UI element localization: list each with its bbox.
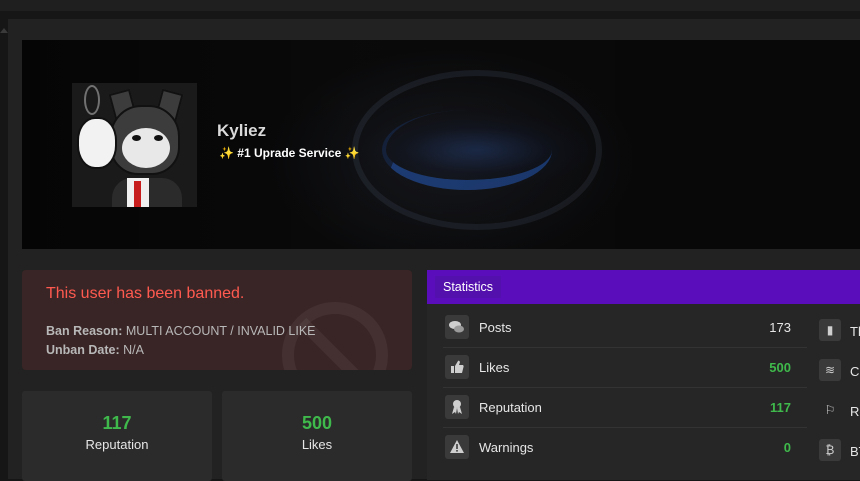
statistics-panel: Statistics Posts 173 Likes 500 Reputatio… bbox=[427, 270, 860, 480]
stat-label: Cr bbox=[850, 364, 860, 379]
coins-icon: ≋ bbox=[819, 359, 841, 381]
collapse-corner-icon bbox=[0, 28, 8, 33]
stat-label: Th bbox=[850, 324, 860, 339]
book-icon: ▮ bbox=[819, 319, 841, 341]
award-icon bbox=[445, 395, 469, 419]
unban-date-label: Unban Date: bbox=[46, 343, 120, 357]
stat-row-reports[interactable]: ⚐ Re bbox=[819, 392, 860, 432]
stat-value: 173 bbox=[769, 320, 791, 335]
reputation-label: Reputation bbox=[85, 437, 149, 452]
stat-label: Reputation bbox=[479, 400, 542, 415]
stat-row-btc[interactable]: ₿ BT bbox=[819, 432, 860, 472]
bitcoin-icon: ₿ bbox=[819, 439, 841, 461]
thumbs-up-icon bbox=[445, 355, 469, 379]
unban-date: Unban Date: N/A bbox=[46, 343, 144, 357]
unban-date-value: N/A bbox=[123, 343, 144, 357]
likes-count: 500 bbox=[301, 413, 333, 433]
ban-reason-label: Ban Reason: bbox=[46, 324, 123, 338]
reputation-card: 117 Reputation bbox=[22, 391, 212, 481]
avatar[interactable] bbox=[72, 83, 197, 207]
sparkle-icon: ✨ bbox=[219, 146, 234, 160]
flag-icon: ⚐ bbox=[824, 403, 836, 417]
tab-statistics[interactable]: Statistics bbox=[435, 276, 502, 298]
comments-icon bbox=[445, 315, 469, 339]
reputation-count: 117 bbox=[102, 413, 132, 433]
stat-row-threads[interactable]: ▮ Th bbox=[819, 312, 860, 352]
stat-label: Re bbox=[850, 404, 860, 419]
ban-reason-value: MULTI ACCOUNT / INVALID LIKE bbox=[125, 324, 316, 338]
stat-value: 117 bbox=[770, 400, 791, 415]
stat-row-warnings[interactable]: Warnings 0 bbox=[443, 428, 807, 468]
stat-label: Posts bbox=[479, 320, 512, 335]
ban-reason: Ban Reason: MULTI ACCOUNT / INVALID LIKE bbox=[46, 324, 316, 338]
stat-label: Warnings bbox=[479, 440, 534, 455]
stat-value: 0 bbox=[783, 440, 791, 455]
sparkle-icon: ✨ bbox=[344, 146, 360, 160]
ban-heading: This user has been banned. bbox=[46, 285, 245, 302]
likes-card: 500 Likes bbox=[222, 391, 412, 481]
statistics-header: Statistics bbox=[427, 270, 860, 304]
stat-label: Likes bbox=[479, 360, 510, 375]
likes-label: Likes bbox=[301, 437, 333, 452]
stat-value: 500 bbox=[769, 360, 791, 375]
stat-label: BT bbox=[850, 444, 860, 459]
ban-notice: This user has been banned. Ban Reason: M… bbox=[22, 270, 412, 370]
username[interactable]: Kyliez bbox=[217, 121, 266, 141]
stat-row-reputation[interactable]: Reputation 117 bbox=[443, 388, 807, 428]
stat-row-posts[interactable]: Posts 173 bbox=[443, 308, 807, 348]
stat-row-credits[interactable]: ≋ Cr bbox=[819, 352, 860, 392]
user-title: ✨ #1 Uprade Service ✨ bbox=[219, 146, 360, 160]
warning-icon bbox=[445, 435, 469, 459]
stat-row-likes[interactable]: Likes 500 bbox=[443, 348, 807, 388]
top-bar bbox=[0, 0, 860, 11]
user-title-text: #1 Uprade Service bbox=[237, 146, 342, 160]
